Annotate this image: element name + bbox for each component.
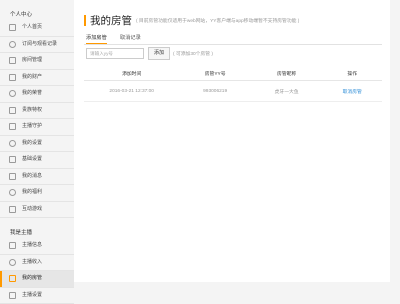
sidebar-item-label: 主播守护 bbox=[22, 123, 42, 129]
sidebar-item[interactable]: 互动游戏 bbox=[0, 202, 74, 219]
message-icon bbox=[9, 173, 16, 180]
sidebar-item[interactable]: 主播设置 bbox=[0, 288, 74, 304]
list-icon bbox=[9, 41, 16, 48]
page-note: ( 目前房管功能仅适用于web网站，YY客户端与app移动端暂不支持房管功能 ) bbox=[136, 17, 299, 24]
sidebar-item[interactable]: 主播信息 bbox=[0, 238, 74, 255]
settings-icon bbox=[9, 156, 16, 163]
sidebar-item-label: 互动游戏 bbox=[22, 206, 42, 212]
sidebar-item[interactable]: 我的设置 bbox=[0, 136, 74, 153]
cancel-admin-link[interactable]: 取消房管 bbox=[322, 81, 382, 102]
id-card-icon bbox=[9, 242, 16, 249]
tab-add-admin[interactable]: 添加房管 bbox=[86, 34, 107, 44]
cell-add-time: 2016-03-21 12:37:00 bbox=[84, 81, 179, 102]
sidebar-item[interactable]: 我的财产 bbox=[0, 70, 74, 87]
limit-hint: ( 可添加30个房管 ) bbox=[173, 50, 213, 57]
sidebar-item-label: 主播设置 bbox=[22, 292, 42, 298]
col-add-time: 添加时间 bbox=[84, 66, 179, 81]
sidebar-item-label: 我的财产 bbox=[22, 74, 42, 80]
sidebar-item-label: 贵族特权 bbox=[22, 107, 42, 113]
sidebar-item[interactable]: 个人首页 bbox=[0, 20, 74, 37]
title-accent-bar bbox=[84, 15, 86, 26]
sidebar-item[interactable]: 我的荣誉 bbox=[0, 86, 74, 103]
sidebar-item[interactable]: 房间管理 bbox=[0, 53, 74, 70]
sidebar-item-label: 我的福利 bbox=[22, 189, 42, 195]
sidebar-item[interactable]: 我的房管 bbox=[0, 271, 74, 288]
tab-cancel-records[interactable]: 取消记录 bbox=[120, 34, 141, 41]
page-title: 我的房管 bbox=[90, 13, 132, 28]
cell-yy-number: 993006219 bbox=[179, 81, 251, 102]
sidebar-item-label: 房间管理 bbox=[22, 57, 42, 63]
sidebar-item-label: 我的房管 bbox=[22, 275, 42, 281]
tab-bar: 添加房管 取消记录 bbox=[84, 32, 382, 45]
sidebar-item-label: 我的设置 bbox=[22, 140, 42, 146]
sidebar-item-label: 我的消息 bbox=[22, 173, 42, 179]
gear-icon bbox=[9, 292, 16, 299]
sidebar-item-label: 基础设置 bbox=[22, 156, 42, 162]
sidebar-item-label: 个人首页 bbox=[22, 24, 42, 30]
sidebar-item[interactable]: 订阅与观看记录 bbox=[0, 37, 74, 54]
cell-nickname: 虎牙一大鱼 bbox=[251, 81, 323, 102]
col-action: 操作 bbox=[322, 66, 382, 81]
add-button[interactable]: 添加 bbox=[148, 47, 170, 60]
income-icon bbox=[9, 259, 16, 266]
sidebar-item[interactable]: 我的福利 bbox=[0, 185, 74, 202]
gear-icon bbox=[9, 140, 16, 147]
crown-icon bbox=[9, 107, 16, 114]
game-icon bbox=[9, 206, 16, 213]
sidebar-item[interactable]: 贵族特权 bbox=[0, 103, 74, 120]
table-header-row: 添加时间 房管YY号 房管昵称 操作 bbox=[84, 66, 382, 81]
add-admin-form: 添加 ( 可添加30个房管 ) bbox=[86, 47, 213, 59]
personal-center-heading: 个人中心 bbox=[0, 10, 74, 20]
col-yy-number: 房管YY号 bbox=[179, 66, 251, 81]
admin-icon bbox=[9, 275, 16, 282]
sidebar: 个人中心 个人首页订阅与观看记录房间管理我的财产我的荣誉贵族特权主播守护我的设置… bbox=[0, 0, 74, 282]
sidebar-item[interactable]: 基础设置 bbox=[0, 152, 74, 169]
personal-nav: 个人首页订阅与观看记录房间管理我的财产我的荣誉贵族特权主播守护我的设置基础设置我… bbox=[0, 20, 74, 218]
anchor-nav: 主播信息主播收入我的房管主播设置 bbox=[0, 238, 74, 304]
main-panel: 我的房管 ( 目前房管功能仅适用于web网站，YY客户端与app移动端暂不支持房… bbox=[74, 0, 390, 282]
sidebar-item-label: 主播收入 bbox=[22, 259, 42, 265]
sidebar-item-label: 订阅与观看记录 bbox=[22, 41, 57, 47]
shield-icon bbox=[9, 123, 16, 130]
room-icon bbox=[9, 57, 16, 64]
sidebar-item[interactable]: 主播收入 bbox=[0, 255, 74, 272]
yy-number-input[interactable] bbox=[86, 48, 144, 59]
sidebar-item[interactable]: 我的消息 bbox=[0, 169, 74, 186]
sidebar-item[interactable]: 主播守护 bbox=[0, 119, 74, 136]
sidebar-item-label: 我的荣誉 bbox=[22, 90, 42, 96]
wallet-icon bbox=[9, 74, 16, 81]
gift-icon bbox=[9, 189, 16, 196]
page-header: 我的房管 ( 目前房管功能仅适用于web网站，YY客户端与app移动端暂不支持房… bbox=[84, 14, 299, 26]
admin-table: 添加时间 房管YY号 房管昵称 操作 2016-03-21 12:37:00 9… bbox=[84, 66, 382, 102]
sidebar-item-label: 主播信息 bbox=[22, 242, 42, 248]
anchor-heading: 我是主播 bbox=[0, 228, 74, 238]
table-row: 2016-03-21 12:37:00 993006219 虎牙一大鱼 取消房管 bbox=[84, 81, 382, 102]
medal-icon bbox=[9, 90, 16, 97]
home-icon bbox=[9, 24, 16, 31]
col-nickname: 房管昵称 bbox=[251, 66, 323, 81]
